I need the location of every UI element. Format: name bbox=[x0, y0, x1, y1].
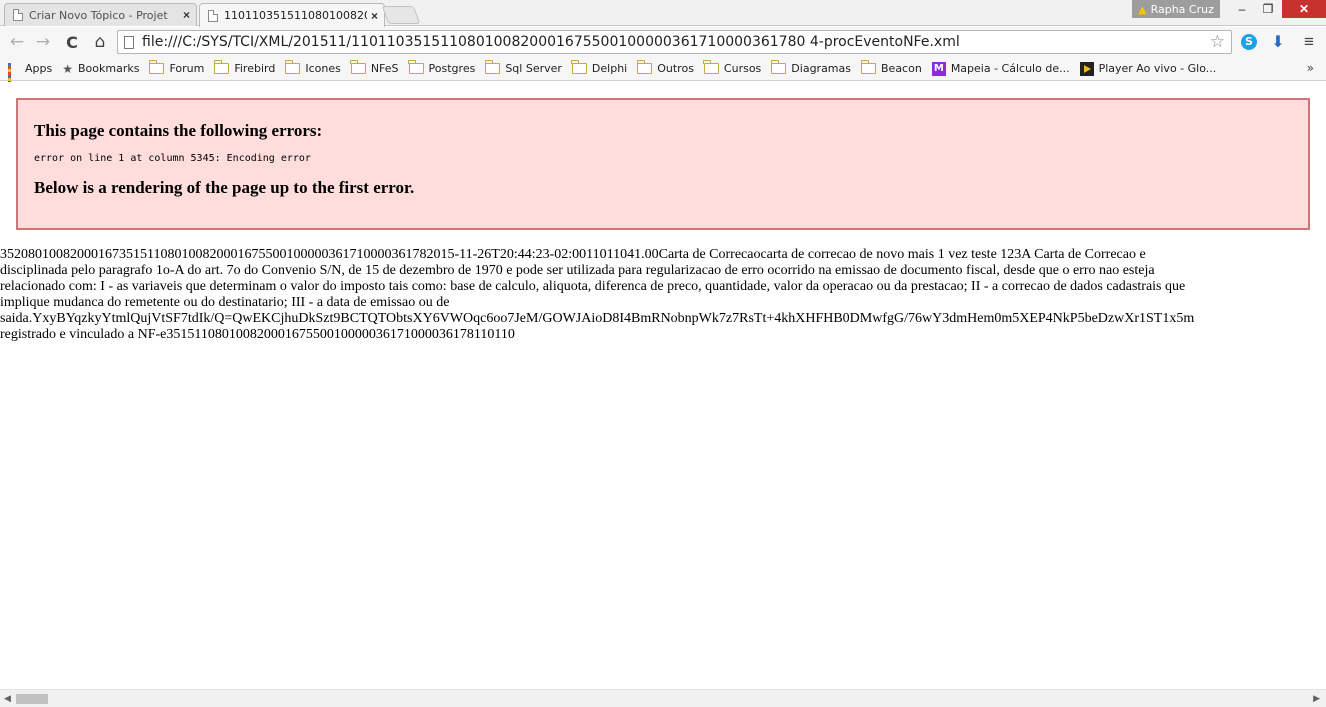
bookmark-label: Mapeia - Cálculo de... bbox=[950, 62, 1070, 75]
tab-strip: Criar Novo Tópico - Projet × 11011035151… bbox=[0, 0, 1326, 27]
xml-text-line: 3520801008200016735151108010082000167550… bbox=[0, 247, 1146, 262]
folder-icon bbox=[571, 60, 587, 74]
folder-icon bbox=[148, 60, 165, 74]
folder-icon bbox=[213, 60, 230, 74]
player-icon bbox=[1079, 61, 1094, 76]
bookmark-beacon[interactable]: Beacon bbox=[860, 60, 922, 75]
bookmark-delphi[interactable]: Delphi bbox=[571, 60, 628, 75]
horizontal-scrollbar[interactable]: ◀ ▶ bbox=[0, 689, 1326, 707]
back-button[interactable]: ← bbox=[6, 31, 28, 53]
page-icon bbox=[124, 35, 134, 49]
folder-icon bbox=[636, 60, 653, 74]
profile-button[interactable]: ▲ Rapha Cruz bbox=[1132, 0, 1220, 18]
bookmarks-overflow-button[interactable]: » bbox=[1307, 61, 1314, 75]
close-window-button[interactable]: ✕ bbox=[1282, 0, 1326, 18]
error-heading: This page contains the following errors: bbox=[34, 121, 323, 140]
folder-icon bbox=[350, 60, 366, 74]
bookmark-player-ao-vivo-glo[interactable]: Player Ao vivo - Glo... bbox=[1079, 61, 1217, 76]
tab-criar-novo-topico[interactable]: Criar Novo Tópico - Projet × bbox=[4, 3, 197, 26]
address-bar[interactable]: file:///C:/SYS/TCI/XML/201511/1101103515… bbox=[117, 30, 1232, 54]
scroll-left-arrow[interactable]: ◀ bbox=[4, 693, 11, 704]
bookmark-label: Firebird bbox=[234, 62, 276, 75]
bookmark-outros[interactable]: Outros bbox=[636, 60, 694, 75]
bookmark-label: Forum bbox=[169, 62, 205, 75]
folder-icon bbox=[484, 60, 501, 74]
bookmark-label: Cursos bbox=[723, 62, 762, 75]
error-footer: Below is a rendering of the page up to t… bbox=[34, 178, 415, 197]
bookmark-label: Sql Server bbox=[505, 62, 562, 75]
bookmark-label: Beacon bbox=[881, 62, 922, 75]
bookmark-nfes[interactable]: NFeS bbox=[350, 60, 399, 75]
document-icon bbox=[208, 9, 218, 22]
reload-button[interactable]: C bbox=[61, 31, 83, 53]
bookmark-icones[interactable]: Icones bbox=[284, 60, 341, 75]
restore-button[interactable]: ❐ bbox=[1254, 0, 1282, 18]
new-tab-button[interactable] bbox=[381, 6, 421, 24]
bookmark-firebird[interactable]: Firebird bbox=[213, 60, 276, 75]
tab-close-icon[interactable]: × bbox=[371, 9, 378, 23]
xml-text-line: registrado e vinculado a NF-e35151108010… bbox=[0, 327, 515, 342]
profile-name: Rapha Cruz bbox=[1150, 2, 1214, 16]
bookmark-label: Outros bbox=[657, 62, 694, 75]
bookmark-label: Delphi bbox=[591, 62, 628, 75]
star-icon: ★ bbox=[62, 61, 73, 76]
xml-text-line: implique mudanca do remetente ou do dest… bbox=[0, 295, 450, 310]
bookmark-label: Bookmarks bbox=[78, 62, 140, 75]
page-content: This page contains the following errors:… bbox=[0, 82, 1326, 689]
xml-error-box: This page contains the following errors:… bbox=[16, 98, 1310, 230]
bookmark-mapeia-c-lculo-de[interactable]: M Mapeia - Cálculo de... bbox=[931, 61, 1070, 76]
browser-toolbar: ← → C ⌂ file:///C:/SYS/TCI/XML/201511/11… bbox=[0, 27, 1326, 57]
bookmark-star-icon[interactable]: ☆ bbox=[1210, 32, 1225, 52]
scrollbar-thumb[interactable] bbox=[16, 694, 48, 704]
tab-close-icon[interactable]: × bbox=[183, 8, 190, 22]
url-text[interactable]: file:///C:/SYS/TCI/XML/201511/1101103515… bbox=[142, 34, 1210, 50]
xml-rendered-text: 3520801008200016735151108010082000167550… bbox=[0, 247, 1326, 343]
bookmark-diagramas[interactable]: Diagramas bbox=[770, 60, 851, 75]
chrome-menu-button[interactable]: ≡ bbox=[1298, 31, 1320, 53]
bookmark-cursos[interactable]: Cursos bbox=[703, 60, 762, 75]
skype-icon: S bbox=[1241, 34, 1257, 50]
bookmark-label: Apps bbox=[25, 62, 53, 75]
bookmark-label: NFeS bbox=[370, 62, 399, 75]
scroll-right-arrow[interactable]: ▶ bbox=[1313, 693, 1320, 704]
warning-icon: ▲ bbox=[1138, 2, 1147, 16]
extension-button[interactable]: ⬇ bbox=[1267, 31, 1289, 53]
apps-icon bbox=[8, 62, 20, 90]
forward-button[interactable]: → bbox=[32, 31, 54, 53]
bookmark-label: Icones bbox=[305, 62, 341, 75]
error-message: error on line 1 at column 5345: Encoding… bbox=[34, 153, 311, 164]
skype-extension-button[interactable]: S bbox=[1238, 31, 1260, 53]
tab-title: 1101103515110801008200167550010000036171… bbox=[224, 9, 367, 22]
folder-icon bbox=[770, 60, 787, 74]
minimize-button[interactable]: – bbox=[1228, 0, 1256, 18]
bookmark-label: Diagramas bbox=[791, 62, 851, 75]
xml-text-line: relacionado com: I - as variaveis que de… bbox=[0, 279, 1186, 294]
bookmark-label: Player Ao vivo - Glo... bbox=[1098, 62, 1217, 75]
bookmark-sql-server[interactable]: Sql Server bbox=[484, 60, 562, 75]
folder-icon bbox=[408, 60, 424, 74]
mapeia-icon: M bbox=[931, 61, 946, 76]
tab-title: Criar Novo Tópico - Projet bbox=[29, 8, 168, 22]
bookmark-apps[interactable]: Apps bbox=[8, 62, 53, 90]
xml-text-line: disciplinada pelo paragrafo 1o-A do art.… bbox=[0, 263, 1155, 278]
bookmarks-bar: Apps ★ Bookmarks Forum Firebird Icones NFeS Pos… bbox=[0, 57, 1326, 90]
tab-xml-file[interactable]: 1101103515110801008200167550010000036171… bbox=[199, 3, 385, 27]
bookmark-label: Postgres bbox=[428, 62, 476, 75]
document-icon bbox=[13, 9, 23, 21]
home-button[interactable]: ⌂ bbox=[89, 31, 111, 53]
bookmark-postgres[interactable]: Postgres bbox=[408, 60, 476, 75]
folder-icon bbox=[284, 60, 301, 74]
folder-icon bbox=[703, 60, 719, 74]
folder-icon bbox=[860, 60, 876, 74]
bookmark-bookmarks[interactable]: ★ Bookmarks bbox=[62, 62, 139, 76]
bookmark-forum[interactable]: Forum bbox=[148, 60, 205, 75]
xml-text-line: saida.YxyBYqzkyYtmlQujVtSF7tdIk/Q=QwEKCj… bbox=[0, 311, 1195, 326]
